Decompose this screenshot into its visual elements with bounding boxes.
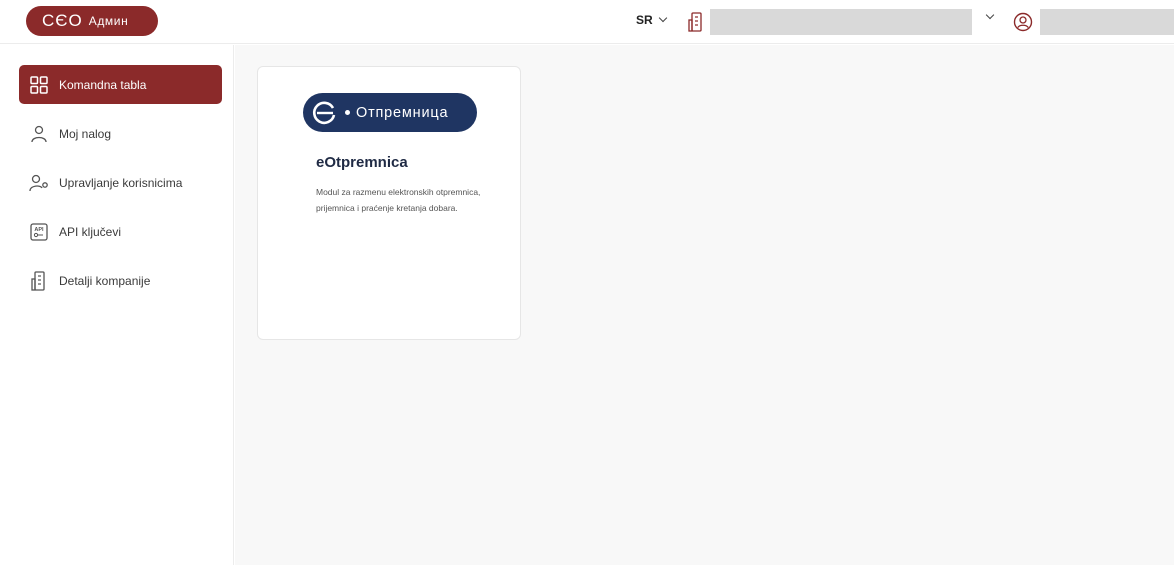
- building-icon: [688, 12, 702, 32]
- company-select[interactable]: [710, 9, 972, 35]
- language-selector[interactable]: SR: [636, 13, 667, 27]
- sidebar-item-api-kljucevi[interactable]: API API ključevi: [19, 212, 222, 251]
- logo-text: Админ: [88, 14, 129, 28]
- dashboard-icon: [29, 75, 49, 95]
- card-title: eOtpremnica: [316, 154, 408, 171]
- sidebar-item-moj-nalog[interactable]: Moj nalog: [19, 114, 222, 153]
- sidebar-item-detalji-kompanije[interactable]: Detalji kompanije: [19, 261, 222, 300]
- card-description: Modul za razmenu elektronskih otpremnica…: [316, 187, 481, 213]
- e-logo-icon: [313, 101, 336, 124]
- sidebar-item-label: Detalji kompanije: [59, 273, 151, 288]
- language-label: SR: [636, 13, 653, 27]
- eotpremnica-logo: Отпремница: [303, 93, 477, 132]
- chevron-down-icon: [658, 13, 667, 23]
- sidebar-item-label: Moj nalog: [59, 126, 112, 141]
- sidebar-item-komandna-tabla[interactable]: Komandna tabla: [19, 65, 222, 104]
- user-settings-icon: [29, 173, 49, 193]
- module-card-eotpremnica[interactable]: Отпремница eOtpremnica Modul za razmenu …: [257, 66, 521, 340]
- top-header: CЄO Админ SR: [0, 0, 1174, 44]
- sidebar-item-label: API ključevi: [59, 224, 122, 239]
- svg-text:API: API: [34, 227, 44, 233]
- badge-dot: [345, 110, 350, 115]
- user-circle-icon[interactable]: [1013, 12, 1033, 32]
- api-key-icon: API: [29, 222, 49, 242]
- logo-mark: CЄO: [42, 11, 83, 30]
- badge-text: Отпремница: [356, 104, 449, 121]
- sidebar: Komandna tabla Moj nalog Upravljanje kor…: [0, 45, 234, 565]
- sidebar-item-upravljanje-korisnicima[interactable]: Upravljanje korisnicima: [19, 163, 222, 202]
- building-icon: [29, 270, 49, 291]
- sidebar-item-label: Upravljanje korisnicima: [59, 175, 183, 190]
- user-name-box[interactable]: [1040, 9, 1174, 35]
- main-content: Отпремница eOtpremnica Modul za razmenu …: [235, 45, 1174, 565]
- user-icon: [29, 124, 49, 144]
- sidebar-item-label: Komandna tabla: [59, 77, 147, 92]
- app-logo[interactable]: CЄO Админ: [26, 6, 158, 36]
- company-chevron-down-icon[interactable]: [985, 10, 995, 20]
